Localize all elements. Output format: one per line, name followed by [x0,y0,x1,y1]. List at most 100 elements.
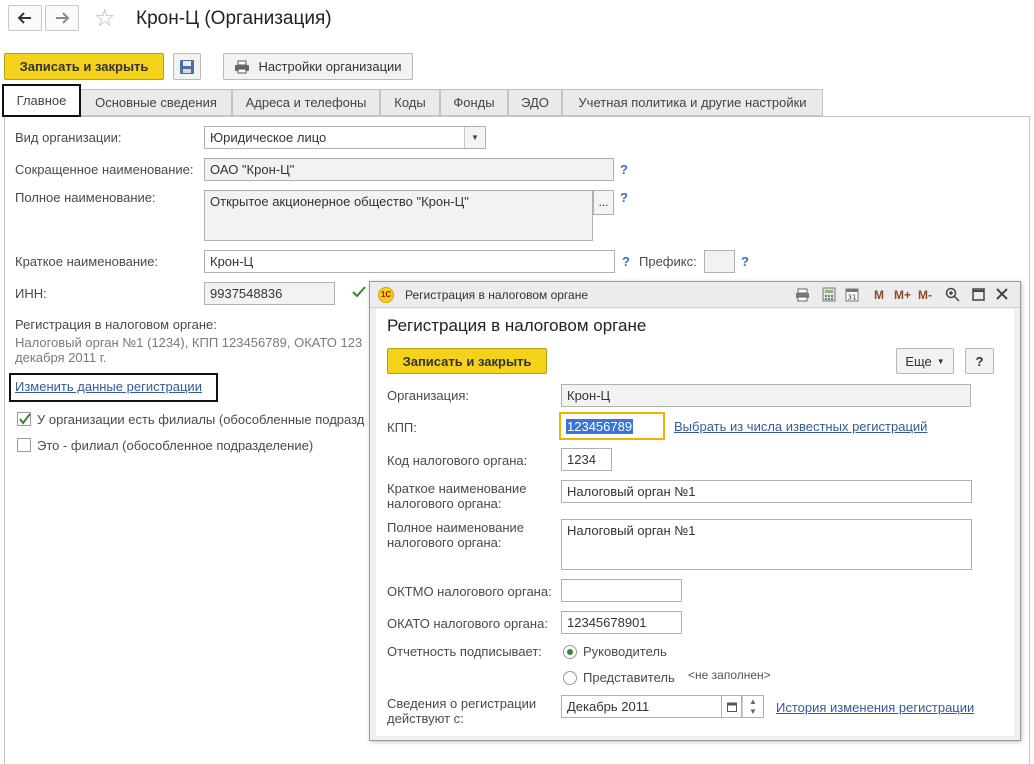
arrow-right-icon [56,12,69,24]
dialog-heading: Регистрация в налоговом органе [387,316,647,335]
signer-rep-label: Представитель [583,670,675,685]
checkmark-icon [352,286,366,298]
tab-label: Основные сведения [95,95,217,110]
dialog-save-close-button[interactable]: Записать и закрыть [387,348,547,374]
choose-known-registration-link[interactable]: Выбрать из числа известных регистраций [674,419,927,434]
organization-field[interactable]: Крон-Ц [561,384,971,407]
registration-history-link[interactable]: История изменения регистрации [776,700,974,715]
chevron-down-icon[interactable]: ▼ [749,707,757,716]
prefix-field[interactable] [704,250,735,273]
back-button[interactable] [8,5,42,31]
inn-field[interactable]: 9937548836 [204,282,335,305]
brief-name-field[interactable]: Налоговый орган №1 [561,480,972,503]
kpp-value: 123456789 [566,419,634,434]
tax-reg-info-line2: декабря 2011 г. [15,350,107,365]
tab-accounting-policy[interactable]: Учетная политика и другие настройки [562,89,823,116]
valid-from-label-1: Сведения о регистрации [387,696,537,711]
calendar-picker-button[interactable] [722,695,742,718]
floppy-disk-icon [180,59,194,74]
short-name-field[interactable]: ОАО "Крон-Ц" [204,158,614,181]
zoom-icon[interactable] [945,287,960,302]
has-branches-label: У организации есть филиалы (обособленные… [37,412,365,427]
oktmo-label: ОКТМО налогового органа: [387,584,552,599]
full-name-label-2: налогового органа: [387,535,502,550]
tab-label: Фонды [453,95,495,110]
organization-label: Организация: [387,388,470,403]
tab-label: Главное [16,93,67,108]
close-icon[interactable] [996,288,1008,300]
change-reg-link[interactable]: Изменить данные регистрации [15,379,202,394]
tax-registration-dialog: 1С Регистрация в налоговом органе 31 M M… [369,281,1021,741]
tax-reg-label: Регистрация в налоговом органе: [15,317,217,332]
brief-name-help[interactable]: ? [622,254,630,269]
printer-icon [235,60,250,73]
tax-reg-info-line1: Налоговый орган №1 (1234), КПП 123456789… [15,335,363,350]
dialog-titlebar: 1С Регистрация в налоговом органе 31 M M… [370,282,1020,308]
save-button[interactable] [173,53,201,80]
has-branches-checkbox[interactable] [17,412,31,426]
tab-codes[interactable]: Коды [380,89,440,116]
save-close-label: Записать и закрыть [19,59,149,74]
short-name-label: Сокращенное наименование: [15,162,194,177]
full-name-label: Полное наименование: [15,190,156,205]
full-name-help[interactable]: ? [620,190,628,205]
favorite-star-icon[interactable]: ☆ [94,4,116,33]
calendar-icon[interactable]: 31 [845,287,859,302]
org-settings-button[interactable]: Настройки организации [223,53,413,80]
calendar-icon [726,702,737,712]
is-branch-checkbox[interactable] [17,438,31,452]
svg-text:31: 31 [848,294,857,302]
kpp-field[interactable]: 123456789 [559,412,665,440]
tax-code-field[interactable]: 1234 [561,448,612,471]
brief-name-field[interactable]: Крон-Ц [204,250,615,273]
signer-rep-radio[interactable] [563,671,577,685]
tab-main[interactable]: Главное [2,84,81,117]
calculator-icon[interactable] [822,287,836,302]
memory-minus-button[interactable]: M- [918,288,932,302]
tax-code-label: Код налогового органа: [387,453,528,468]
org-type-value: Юридическое лицо [210,130,327,145]
full-name-open-button[interactable]: ... [593,190,614,215]
help-label: ? [975,353,984,369]
date-spinner[interactable]: ▲ ▼ [742,695,764,718]
tab-funds[interactable]: Фонды [440,89,508,116]
checkmark-icon [19,413,31,425]
dropdown-arrow-icon[interactable]: ▼ [464,127,485,148]
tab-label: ЭДО [521,95,549,110]
short-name-help[interactable]: ? [620,162,628,177]
print-icon[interactable] [795,288,810,302]
window-title: Крон-Ц (Организация) [136,8,332,29]
okato-field[interactable]: 12345678901 [561,611,682,634]
full-name-label-1: Полное наименование [387,520,525,535]
inn-label: ИНН: [15,286,47,301]
app-logo-icon: 1С [378,287,394,303]
prefix-help[interactable]: ? [741,254,749,269]
okato-label: ОКАТО налогового органа: [387,616,548,631]
help-button[interactable]: ? [965,348,994,374]
not-filled-text: <не заполнен> [688,668,771,682]
brief-name-label-2: налогового органа: [387,496,502,511]
tab-addresses[interactable]: Адреса и телефоны [232,89,380,116]
memory-plus-button[interactable]: M+ [894,288,911,302]
oktmo-field[interactable] [561,579,682,602]
maximize-icon[interactable] [972,288,985,301]
dialog-window-title: Регистрация в налоговом органе [405,288,589,302]
full-name-field[interactable]: Налоговый орган №1 [561,519,972,570]
signer-head-radio[interactable] [563,645,577,659]
tab-basic-info[interactable]: Основные сведения [80,89,232,116]
valid-from-field[interactable]: Декабрь 2011 [561,695,722,718]
is-branch-label: Это - филиал (обособленное подразделение… [37,438,314,453]
tab-label: Учетная политика и другие настройки [578,95,807,110]
forward-button[interactable] [45,5,79,31]
memory-m-button[interactable]: M [874,288,884,302]
save-close-button[interactable]: Записать и закрыть [4,53,164,80]
chevron-down-icon: ▼ [936,356,945,366]
tab-label: Коды [394,95,426,110]
org-type-select[interactable]: Юридическое лицо [204,126,486,149]
tab-edo[interactable]: ЭДО [508,89,562,116]
dialog-body: Регистрация в налоговом органе Записать … [376,309,1014,736]
chevron-up-icon[interactable]: ▲ [749,697,757,706]
full-name-field[interactable]: Открытое акционерное общество "Крон-Ц" [204,190,593,241]
more-button[interactable]: Еще ▼ [896,348,954,374]
more-label: Еще [905,353,932,369]
